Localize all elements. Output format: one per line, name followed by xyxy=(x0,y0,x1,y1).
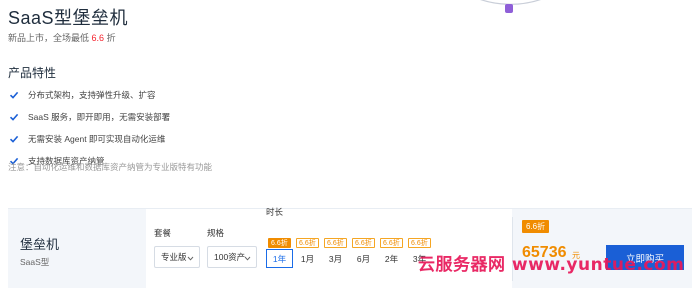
price-value: 65736 xyxy=(522,244,567,261)
package-select[interactable]: 专业版 xyxy=(154,246,200,268)
discount-badge: 6.6折 xyxy=(296,238,319,248)
duration-label: 时长 xyxy=(266,207,284,217)
product-type: SaaS型 xyxy=(20,257,50,267)
duration-option-1m[interactable]: 1月 xyxy=(294,249,321,268)
discount-badge: 6.6折 xyxy=(352,238,375,248)
check-icon xyxy=(8,112,19,123)
price-unit: 元 xyxy=(572,251,580,260)
divider xyxy=(512,217,513,281)
check-icon xyxy=(8,134,19,145)
duration-option-3m[interactable]: 3月 xyxy=(322,249,349,268)
features-heading: 产品特性 xyxy=(8,66,57,80)
feature-note: 注意：自动化运维和数据库资产纳管为专业版特有功能 xyxy=(8,162,213,172)
subtitle-discount: 6.6 xyxy=(91,33,105,43)
feature-item: SaaS 服务，即开即用，无需安装部署 xyxy=(8,106,170,128)
chevron-down-icon xyxy=(244,254,251,261)
price-area: 6.6折 65736 元 立即购买 xyxy=(512,209,692,289)
spec-select[interactable]: 100资产 xyxy=(207,246,257,268)
package-label: 套餐 xyxy=(154,228,172,238)
chevron-down-icon xyxy=(187,254,194,261)
package-value: 专业版 xyxy=(161,252,187,262)
buy-now-button[interactable]: 立即购买 xyxy=(606,245,684,270)
discount-badge: 6.6折 xyxy=(268,238,291,248)
spec-value: 100资产 xyxy=(214,252,246,262)
discount-badge: 6.6折 xyxy=(408,238,431,248)
discount-badge: 6.6折 xyxy=(324,238,347,248)
feature-text: 无需安装 Agent 即可实现自动化运维 xyxy=(28,134,166,144)
check-icon xyxy=(8,90,19,101)
duration-option-1y[interactable]: 1年 xyxy=(266,249,293,268)
duration-option-2y[interactable]: 2年 xyxy=(378,249,405,268)
purchase-panel: 堡垒机 SaaS型 套餐 专业版 规格 100资产 时长 6.6折 1年 6.6… xyxy=(8,207,692,289)
spec-label: 规格 xyxy=(207,228,225,238)
product-illustration xyxy=(480,0,541,13)
discount-badge: 6.6折 xyxy=(380,238,403,248)
subtitle-suffix: 折 xyxy=(106,33,116,43)
page-title: SaaS型堡垒机 xyxy=(8,8,129,28)
duration-option-6m[interactable]: 6月 xyxy=(350,249,377,268)
page-subtitle: 新品上市，全场最低 6.6 折 xyxy=(8,31,116,44)
feature-item: 无需安装 Agent 即可实现自动化运维 xyxy=(8,128,170,150)
feature-text: 分布式架构，支持弹性升级、扩容 xyxy=(28,90,156,100)
subtitle-prefix: 新品上市，全场最低 xyxy=(8,33,90,43)
config-area: 套餐 专业版 规格 100资产 时长 6.6折 1年 6.6折 1月 6.6折 … xyxy=(146,207,512,289)
duration-option-3y[interactable]: 3年 xyxy=(406,249,433,268)
feature-item: 分布式架构，支持弹性升级、扩容 xyxy=(8,84,170,106)
feature-text: SaaS 服务，即开即用，无需安装部署 xyxy=(28,112,171,122)
product-name: 堡垒机 xyxy=(20,237,60,252)
feature-list: 分布式架构，支持弹性升级、扩容 SaaS 服务，即开即用，无需安装部署 无需安装… xyxy=(8,84,170,172)
price-discount-badge: 6.6折 xyxy=(522,220,550,233)
